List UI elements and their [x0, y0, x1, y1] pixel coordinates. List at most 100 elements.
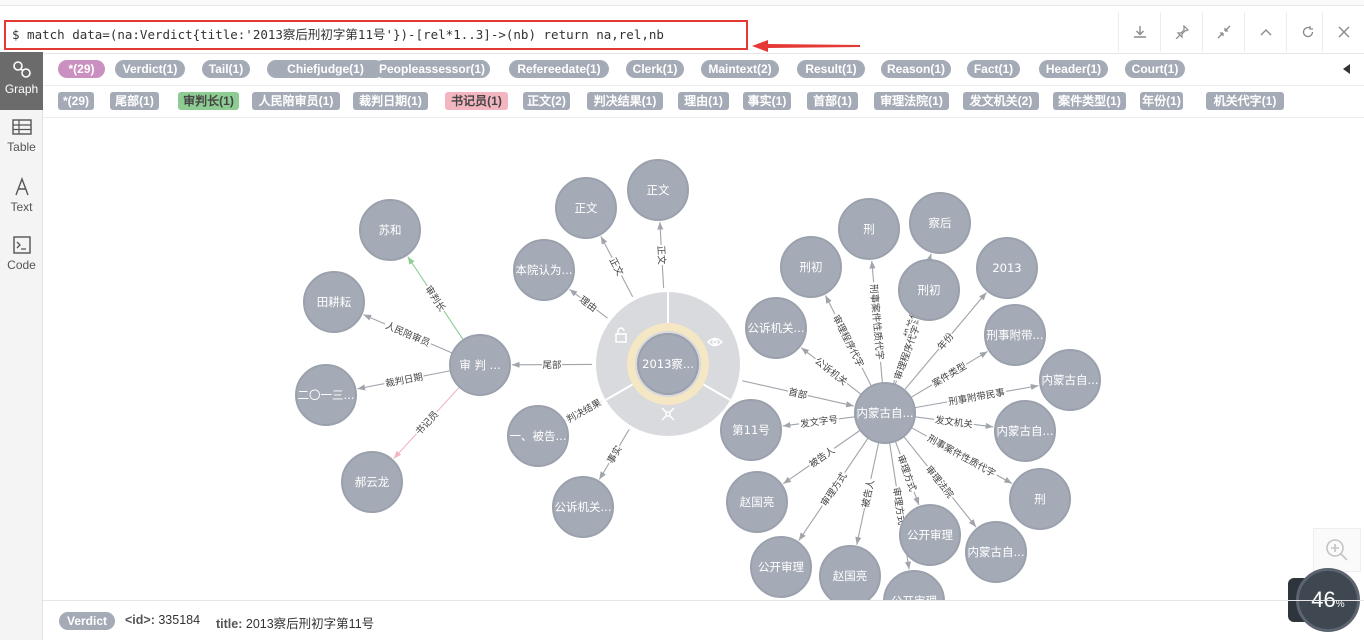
node-caption: 公诉机关...	[555, 500, 612, 514]
rel-type-tag-12[interactable]: 发文机关(2)	[963, 92, 1039, 110]
graph-node-zw1[interactable]: 正文	[555, 177, 617, 239]
rel-type-tag-0[interactable]: *(29)	[58, 92, 94, 110]
graph-svg[interactable]: 审判长人民陪审员裁判日期书记员尾部正文正文理由判决结果事实首部发文字号公诉机关审…	[43, 118, 1364, 600]
node-label-pill-5[interactable]: Refereedate(1)	[509, 60, 609, 78]
pin-icon[interactable]	[1160, 12, 1202, 52]
rel-type-tag-5[interactable]: 书记员(1)	[445, 92, 508, 110]
footer-title: title: 2013察后刑初字第11号	[216, 613, 374, 632]
rel-type-tag-9[interactable]: 事实(1)	[743, 92, 791, 110]
rel-type-tag-14[interactable]: 年份(1)	[1140, 92, 1183, 110]
graph-node-zw2[interactable]: 正文	[627, 159, 689, 221]
zoom-in-button[interactable]	[1313, 528, 1361, 572]
node-caption: 公开审理	[907, 528, 953, 542]
node-caption: 内蒙古自...	[968, 545, 1025, 559]
rel-type-tag-15[interactable]: 机关代字(1)	[1206, 92, 1284, 110]
graph-node-zgl2[interactable]: 赵国亮	[819, 545, 881, 600]
rel-type-tag-11[interactable]: 审理法院(1)	[874, 92, 949, 110]
relationship-types-row: *(29) 尾部(1) 审判长(1) 人民陪审员(1) 裁判日期(1) 书记员(1) 正文(…	[43, 86, 1364, 118]
graph-node-xc1[interactable]: 刑初	[780, 236, 842, 298]
zoom-in-icon	[1326, 539, 1348, 561]
graph-node-fact[interactable]: 公诉机关...	[552, 476, 614, 538]
graph-node-zgl1[interactable]: 赵国亮	[726, 471, 788, 533]
footer-title-key: title:	[216, 617, 243, 631]
edge-label-1: 人民陪审员	[384, 319, 432, 349]
node-caption: 苏和	[379, 223, 402, 237]
edge-label-8: 判决结果	[564, 396, 603, 425]
code-view-button[interactable]: Code	[0, 228, 43, 286]
graph-node-tian[interactable]: 田耕耘	[303, 271, 365, 333]
footer-id-value: 335184	[158, 613, 201, 627]
node-label-pill-7[interactable]: Maintext(2)	[701, 60, 779, 78]
graph-node-root[interactable]: 2013察...	[637, 333, 699, 395]
graph-node-no11[interactable]: 第11号	[720, 399, 782, 461]
graph-node-xing1[interactable]: 刑	[838, 198, 900, 260]
rel-type-tag-8[interactable]: 理由(1)	[678, 92, 729, 110]
rel-type-tag-4[interactable]: 裁判日期(1)	[353, 92, 428, 110]
cypher-query-editor[interactable]: $ match data=(na:Verdict{title:'2013察后刑初…	[4, 20, 748, 50]
node-caption: 郝云龙	[355, 475, 390, 489]
text-view-button[interactable]: Text	[0, 170, 43, 228]
rel-type-tag-10[interactable]: 首部(1)	[807, 92, 858, 110]
rel-type-tag-6[interactable]: 正文(2)	[523, 92, 570, 110]
graph-node-header[interactable]: 内蒙古自...	[854, 382, 916, 444]
footer-label-tag[interactable]: Verdict	[59, 612, 116, 630]
edge-label-11: 发文字号	[799, 414, 838, 431]
graph-node-xsfd[interactable]: 刑事附带...	[984, 304, 1046, 366]
graph-node-xing2[interactable]: 刑	[1009, 468, 1071, 530]
edge-label-12: 公诉机关	[812, 355, 850, 388]
node-caption: 2013察...	[642, 357, 694, 371]
graph-node-nm2[interactable]: 内蒙古自...	[994, 400, 1056, 462]
node-label-pill-11[interactable]: Header(1)	[1039, 60, 1108, 78]
node-label-pill-8[interactable]: Result(1)	[797, 60, 865, 78]
node-caption: 察后	[929, 216, 952, 230]
node-label-pill-3[interactable]: Chiefjudge(1)	[267, 60, 384, 78]
rel-type-tag-1[interactable]: 尾部(1)	[110, 92, 159, 110]
graph-canvas[interactable]: 审判长 人民陪审员 裁判日期 书记员 尾部 正文 正文 理由 判决结果 事实 首部 发文字号 公诉机关审…	[43, 118, 1364, 600]
graph-node-gksl1[interactable]: 公开审理	[899, 504, 961, 566]
graph-node-gs1[interactable]: 公诉机关...	[745, 297, 807, 359]
footer-id: <id>: 335184	[125, 613, 200, 627]
edge-label-22: 审理法院	[923, 463, 956, 501]
edge-label-24: 审理方式	[818, 470, 849, 509]
expand-caret-icon[interactable]	[1343, 64, 1350, 74]
text-label: Text	[10, 200, 33, 214]
rel-type-tag-3[interactable]: 人民陪审员(1)	[252, 92, 340, 110]
graph-node-tail[interactable]: 审 判 ...	[449, 334, 511, 396]
node-label-pill-10[interactable]: Fact(1)	[967, 60, 1020, 78]
download-icon[interactable]	[1118, 12, 1160, 52]
close-icon[interactable]	[1322, 12, 1364, 52]
table-icon	[11, 119, 32, 135]
rel-type-tag-13[interactable]: 案件类型(1)	[1053, 92, 1126, 110]
graph-node-y2013[interactable]: 2013	[976, 237, 1038, 299]
node-label-pill-1[interactable]: Verdict(1)	[115, 60, 185, 78]
node-label-pill-0[interactable]: *(29)	[58, 60, 105, 78]
graph-node-result[interactable]: 一、被告...	[507, 405, 569, 467]
graph-node-gksl2[interactable]: 公开审理	[750, 536, 812, 598]
node-caption: 刑事附带...	[987, 328, 1044, 342]
rel-type-tag-7[interactable]: 判决结果(1)	[587, 92, 663, 110]
graph-node-xc2[interactable]: 刑初	[898, 259, 960, 321]
graph-node-nm1[interactable]: 内蒙古自...	[1039, 349, 1101, 411]
node-caption: 二〇一三...	[298, 388, 355, 402]
up-icon[interactable]	[1244, 12, 1286, 52]
graph-node-suhe[interactable]: 苏和	[359, 199, 421, 261]
node-label-pill-6[interactable]: Clerk(1)	[626, 60, 684, 78]
graph-node-date[interactable]: 二〇一三...	[295, 364, 357, 426]
graph-node-gksl3[interactable]: 公开审理	[883, 570, 945, 600]
graph-node-reason[interactable]: 本院认为...	[513, 239, 575, 301]
node-label-pill-2[interactable]: Tail(1)	[202, 60, 250, 78]
table-view-button[interactable]: Table	[0, 110, 43, 168]
node-caption: 正文	[575, 201, 598, 215]
graph-node-nm3[interactable]: 内蒙古自...	[965, 521, 1027, 583]
graph-node-chah[interactable]: 察后	[909, 192, 971, 254]
node-label-pill-12[interactable]: Court(1)	[1125, 60, 1185, 78]
node-label-pill-4[interactable]: Peopleassessor(1)	[374, 60, 490, 78]
node-label-pill-9[interactable]: Reason(1)	[881, 60, 951, 78]
code-label: Code	[7, 258, 36, 272]
graph-node-hao[interactable]: 郝云龙	[341, 451, 403, 513]
footer-title-value: 2013察后刑初字第11号	[245, 617, 375, 631]
collapse-icon[interactable]	[1202, 12, 1244, 52]
graph-view-button[interactable]: Graph	[0, 52, 43, 110]
rel-type-tag-2[interactable]: 审判长(1)	[178, 92, 239, 110]
node-labels-row: *(29) Verdict(1) Tail(1) Chiefjudge(1) Peopl…	[43, 54, 1364, 86]
